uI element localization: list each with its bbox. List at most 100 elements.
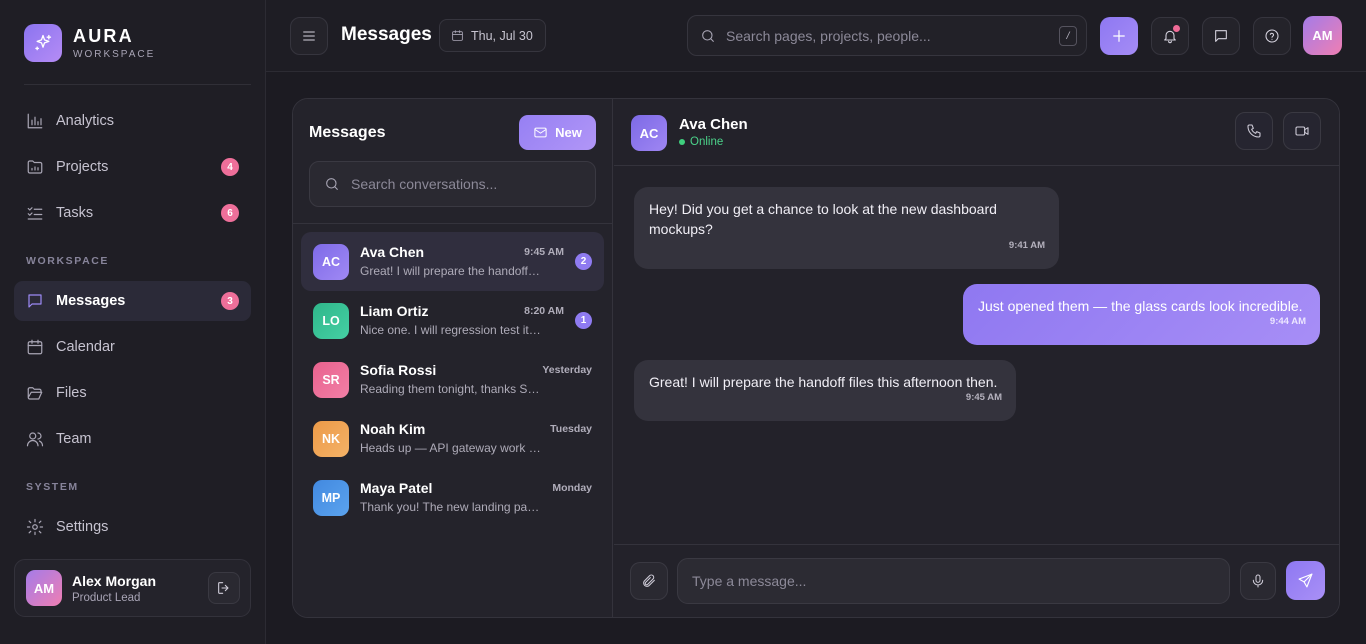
global-search[interactable]: / [687,15,1087,56]
message-text: Great! I will prepare the handoff files … [649,374,998,390]
unread-badge: 2 [575,253,592,270]
date-text: Thu, Jul 30 [471,28,533,43]
conversation-time: Yesterday [542,364,592,376]
folder-icon [26,158,44,176]
message-bubble-incoming: Hey! Did you get a chance to look at the… [634,187,1059,269]
conversation-item[interactable]: MP Maya Patel Monday Thank you! The new … [301,468,604,527]
sidebar-item-settings[interactable]: Settings [14,507,251,547]
mail-plus-icon [533,125,555,140]
folder-open-icon [26,384,44,402]
sidebar-item-tasks[interactable]: Tasks 6 [14,193,251,233]
conversations-title: Messages [309,124,386,141]
sidebar-item-messages[interactable]: Messages 3 [14,281,251,321]
add-button[interactable] [1100,17,1138,55]
message-text: Just opened them — the glass cards look … [978,298,1303,314]
microphone-icon [1250,573,1266,589]
avatar: NK [313,421,349,457]
message-bubble-outgoing: Just opened them — the glass cards look … [963,284,1320,345]
conversation-preview: Thank you! The new landing page is live. [360,500,542,514]
sidebar-item-team[interactable]: Team [14,419,251,459]
section-label-system: SYSTEM [26,481,79,493]
help-icon [1264,28,1280,44]
search-icon [700,28,716,44]
status-text: Online [690,136,724,148]
conversation-panel: Messages New AC Ava Chen 9:45 AM Great! … [293,99,613,617]
send-icon [1297,572,1314,589]
message-time: 9:45 AM [965,392,1002,403]
online-dot [679,139,685,145]
avatar: AC [313,244,349,280]
message-input-wrapper[interactable] [677,558,1230,604]
sidebar-item-label: Files [56,385,87,401]
paperclip-icon [641,573,657,589]
sidebar-item-files[interactable]: Files [14,373,251,413]
send-button[interactable] [1286,561,1325,600]
avatar[interactable]: AC [631,115,667,151]
new-message-button[interactable]: New [519,115,596,150]
conversation-time: 8:20 AM [524,305,564,317]
message-bubble-incoming: Great! I will prepare the handoff files … [634,360,1016,421]
conversation-list: AC Ava Chen 9:45 AM Great! I will prepar… [301,232,604,527]
sidebar-item-label: Analytics [56,113,115,129]
brand[interactable]: AURA WORKSPACE [24,24,155,62]
sidebar-item-label: Team [56,431,92,447]
gear-icon [26,518,44,536]
message-time: 9:41 AM [1008,240,1045,251]
phone-icon [1246,123,1262,139]
unread-badge: 1 [575,312,592,329]
voice-call-button[interactable] [1235,112,1273,150]
calendar-icon [451,29,471,42]
sidebar-divider [24,84,251,85]
notifications-button[interactable] [1151,17,1189,55]
sidebar-item-label: Settings [56,519,109,535]
conversation-item[interactable]: SR Sofia Rossi Yesterday Reading them to… [301,350,604,409]
sidebar: AURA WORKSPACE Analytics Projects 4 Task… [0,0,266,644]
message-input[interactable] [692,573,1229,589]
chat-panel: AC Ava Chen Online Hey! Did you get a ch… [614,99,1339,617]
menu-button[interactable] [290,17,328,55]
search-icon [324,176,340,192]
sparkles-icon [24,24,62,62]
user-role: Product Lead [72,591,141,604]
shortcut-hint: / [1059,25,1077,46]
logout-button[interactable] [208,572,240,604]
video-icon [1294,123,1310,139]
search-input[interactable] [726,27,1059,44]
conversation-time: Monday [552,482,592,494]
avatar: AM [26,570,62,606]
sidebar-item-calendar[interactable]: Calendar [14,327,251,367]
brand-name: AURA [73,26,134,46]
conversation-item[interactable]: NK Noah Kim Tuesday Heads up — API gatew… [301,409,604,468]
conversation-preview: Reading them tonight, thanks Sofia! [360,382,542,396]
conversation-search[interactable] [309,161,596,207]
chat-button[interactable] [1202,17,1240,55]
page-title: Messages [341,24,432,45]
count-badge: 3 [221,292,239,310]
new-button-label: New [555,125,582,140]
plus-icon [1110,27,1128,45]
sidebar-item-label: Calendar [56,339,115,355]
sidebar-item-label: Tasks [56,205,94,221]
bar-chart-icon [26,112,44,130]
sidebar-item-analytics[interactable]: Analytics [14,101,251,141]
video-call-button[interactable] [1283,112,1321,150]
avatar[interactable]: AM [1303,16,1342,55]
message-composer [614,544,1339,617]
date-chip[interactable]: Thu, Jul 30 [439,19,546,52]
user-name: Alex Morgan [72,572,157,589]
top-header: Messages Thu, Jul 30 / AM [266,0,1366,72]
conversation-item[interactable]: AC Ava Chen 9:45 AM Great! I will prepar… [301,232,604,291]
conversation-name: Liam Ortiz [360,303,429,319]
users-icon [26,430,44,448]
sidebar-item-projects[interactable]: Projects 4 [14,147,251,187]
chat-header: AC Ava Chen Online [614,99,1339,166]
user-card[interactable]: AM Alex Morgan Product Lead [14,559,251,617]
search-input[interactable] [351,176,595,192]
message-icon [26,292,44,310]
attach-button[interactable] [630,562,668,600]
voice-message-button[interactable] [1240,562,1276,600]
message-icon [1213,28,1229,44]
conversation-item[interactable]: LO Liam Ortiz 8:20 AM Nice one. I will r… [301,291,604,350]
help-button[interactable] [1253,17,1291,55]
checklist-icon [26,204,44,222]
